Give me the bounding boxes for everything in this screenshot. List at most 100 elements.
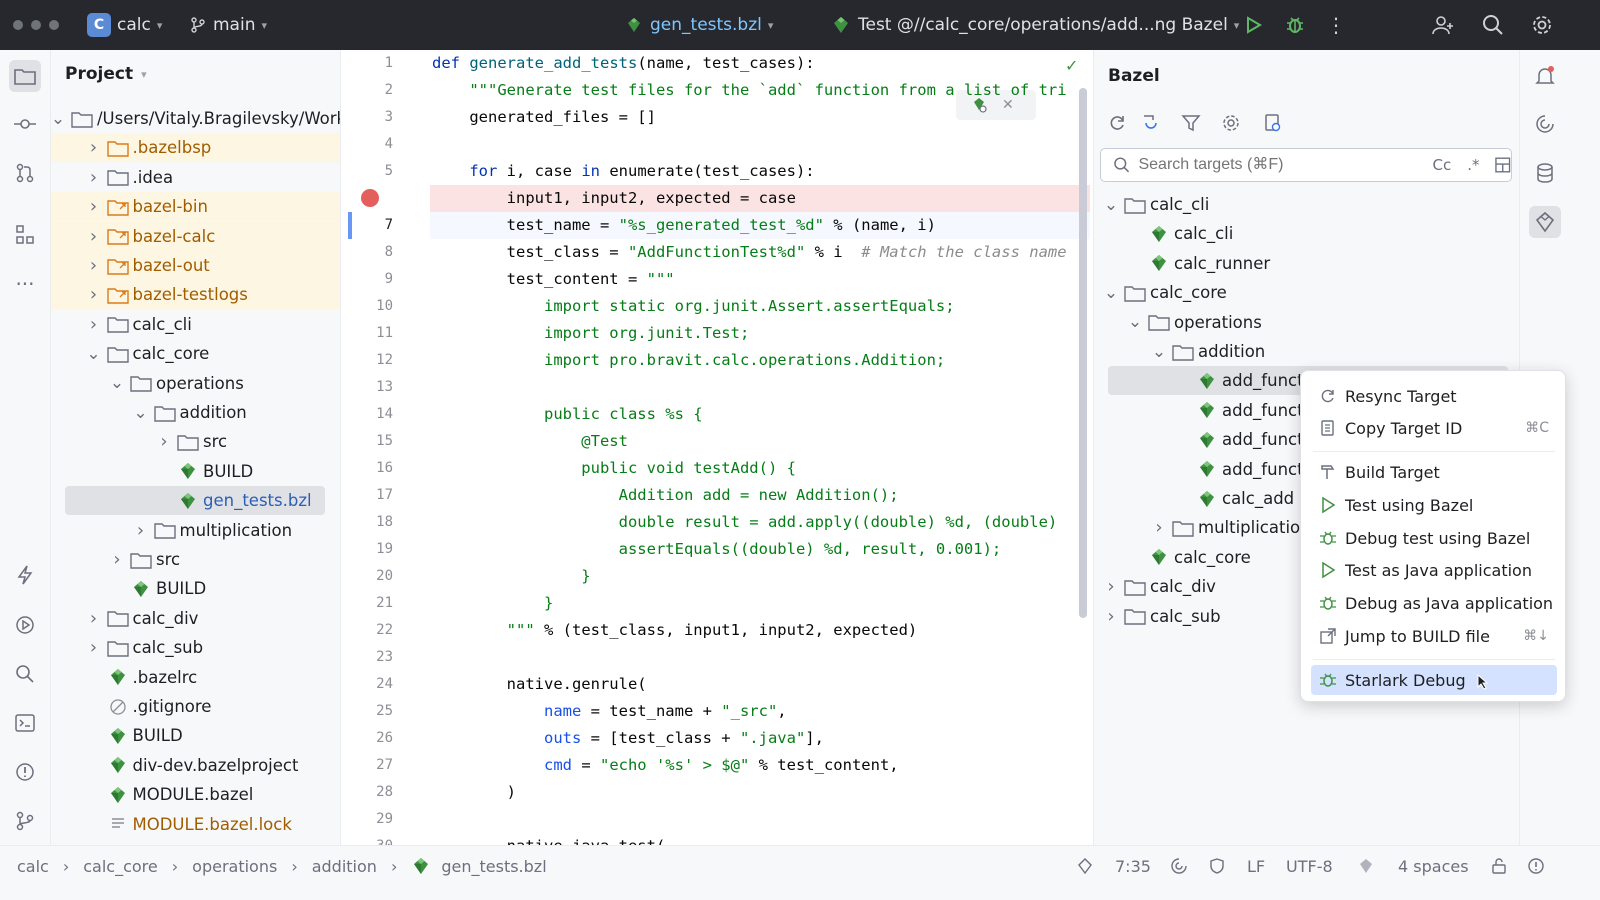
structure-icon[interactable] (9, 219, 41, 251)
lock-icon[interactable] (1490, 846, 1508, 886)
chevron-down-icon[interactable]: ⌄ (1128, 312, 1142, 332)
chevron-right-icon[interactable]: › (87, 196, 101, 217)
settings-icon[interactable] (1218, 110, 1244, 136)
find-icon[interactable] (9, 658, 41, 690)
project-panel-header[interactable]: Project ▾ (65, 64, 147, 84)
minimize-window-dot[interactable] (31, 20, 41, 30)
breadcrumb-item[interactable]: gen_tests.bzl (441, 857, 546, 876)
target-search-box[interactable]: Cc .* (1100, 148, 1512, 182)
breadcrumb-item[interactable]: calc_core (83, 857, 158, 876)
chevron-down-icon[interactable]: ⌄ (1152, 342, 1166, 362)
caret-position[interactable]: 7:35 (1115, 846, 1151, 886)
code-editor[interactable]: 1234567891011121314151617181920212223242… (341, 50, 1093, 865)
line-number[interactable]: 23 (341, 644, 393, 671)
menu-item-jump-to-build-file[interactable]: Jump to BUILD file ⌘↓ (1311, 621, 1557, 651)
project-tree-item[interactable]: › calc_sub (51, 633, 340, 662)
chevron-right-icon[interactable]: › (87, 637, 101, 658)
run-tool-icon[interactable] (9, 609, 41, 641)
line-number[interactable]: 20 (341, 563, 393, 590)
project-tree-item[interactable]: › bazel-out (51, 251, 340, 280)
line-number[interactable]: 13 (341, 374, 393, 401)
project-tree-item[interactable]: ⌄ addition (51, 398, 340, 427)
line-ending[interactable]: LF (1247, 846, 1265, 886)
filter-icon[interactable] (1178, 110, 1204, 136)
project-tree-item[interactable]: › calc_cli (51, 310, 340, 339)
problems-status-icon[interactable] (1527, 846, 1545, 886)
breakpoint-icon[interactable] (361, 189, 379, 207)
ai-assistant-icon[interactable] (1529, 108, 1561, 140)
chevron-right-icon[interactable]: › (1104, 576, 1118, 597)
run-icon[interactable] (1240, 12, 1266, 38)
bazel-file-type-icon[interactable] (1356, 846, 1376, 886)
notifications-bell-icon[interactable] (1529, 60, 1561, 92)
chevron-right-icon[interactable]: › (87, 137, 101, 158)
chevron-down-icon[interactable]: ⌄ (86, 344, 100, 364)
no-problems-check-icon[interactable]: ✓ (1065, 56, 1078, 75)
line-number[interactable]: 4 (341, 131, 393, 158)
chevron-down-icon[interactable]: ⌄ (1104, 283, 1118, 303)
project-tree-item[interactable]: BUILD (51, 721, 340, 750)
debug-icon[interactable] (1282, 12, 1308, 38)
match-case-toggle[interactable]: Cc (1433, 156, 1452, 174)
bazel-package-item[interactable]: ⌄ addition (1094, 337, 1519, 366)
line-number[interactable]: 17 (341, 482, 393, 509)
breadcrumb-item[interactable]: calc (17, 857, 49, 876)
resync-icon[interactable] (1104, 110, 1130, 136)
project-tree-item[interactable]: .gitignore (51, 692, 340, 721)
zoom-window-dot[interactable] (49, 20, 59, 30)
breadcrumb-item[interactable]: operations (192, 857, 277, 876)
database-icon[interactable] (1529, 157, 1561, 189)
line-number[interactable]: 8 (341, 239, 393, 266)
project-tree-item[interactable]: ⌄ operations (51, 369, 340, 398)
line-number[interactable]: 1 (341, 50, 393, 77)
commit-icon[interactable] (9, 108, 41, 140)
project-tree-item[interactable]: MODULE.bazel.lock (51, 810, 340, 839)
current-file-switcher[interactable]: gen_tests.bzl ▾ (624, 0, 773, 50)
chevron-right-icon[interactable]: › (87, 167, 101, 188)
git-icon[interactable] (9, 805, 41, 837)
editor-scrollbar[interactable] (1079, 88, 1087, 618)
file-encoding[interactable]: UTF-8 (1286, 846, 1333, 886)
line-number[interactable]: 27 (341, 752, 393, 779)
line-number[interactable]: 26 (341, 725, 393, 752)
project-tree-item[interactable]: › calc_div (51, 604, 340, 633)
chevron-right-icon[interactable]: › (87, 226, 101, 247)
menu-item-build-target[interactable]: Build Target (1311, 457, 1557, 487)
menu-item-resync-target[interactable]: Resync Target (1311, 381, 1557, 411)
line-number[interactable]: 15 (341, 428, 393, 455)
line-number[interactable]: 9 (341, 266, 393, 293)
line-number[interactable]: 22 (341, 617, 393, 644)
chevron-right-icon[interactable]: › (1152, 517, 1166, 538)
line-number[interactable]: 21 (341, 590, 393, 617)
chevron-down-icon[interactable]: ⌄ (110, 373, 124, 393)
line-number[interactable]: 24 (341, 671, 393, 698)
project-tree-item[interactable]: ⌄ calc_core (51, 339, 340, 368)
chevron-right-icon[interactable]: › (134, 520, 148, 541)
add-user-icon[interactable] (1430, 12, 1456, 38)
project-tree-item[interactable]: › src (51, 427, 340, 456)
bazel-target-item[interactable]: calc_cli (1094, 219, 1519, 248)
project-tree-item[interactable]: › .idea (51, 163, 340, 192)
menu-item-debug-as-java-application[interactable]: Debug as Java application (1311, 588, 1557, 618)
chevron-right-icon[interactable]: › (157, 431, 171, 452)
project-tree-item[interactable]: › .bazelbsp (51, 133, 340, 163)
line-number[interactable]: 14 (341, 401, 393, 428)
bazel-package-item[interactable]: ⌄ operations (1094, 308, 1519, 337)
inspection-shield-icon[interactable] (1208, 846, 1226, 886)
more-actions-icon[interactable]: ⋮ (1323, 12, 1349, 38)
project-tree-item[interactable]: div-dev.bazelproject (51, 751, 340, 780)
line-number[interactable]: 19 (341, 536, 393, 563)
menu-item-starlark-debug[interactable]: Starlark Debug (1311, 665, 1557, 695)
sync-changed-icon[interactable] (1138, 110, 1164, 136)
menu-item-test-as-java-application[interactable]: Test as Java application (1311, 555, 1557, 585)
ai-status-icon[interactable] (1170, 846, 1188, 886)
branch-switcher[interactable]: main ▾ (189, 0, 267, 50)
line-number[interactable]: 29 (341, 806, 393, 833)
project-tree-item[interactable]: › bazel-bin (51, 192, 340, 222)
search-icon[interactable] (1480, 12, 1506, 38)
chevron-right-icon[interactable]: › (87, 284, 101, 305)
menu-item-test-using-bazel[interactable]: Test using Bazel (1311, 490, 1557, 520)
line-number[interactable]: 16 (341, 455, 393, 482)
line-number[interactable]: 18 (341, 509, 393, 536)
line-number[interactable]: 5 (341, 158, 393, 185)
